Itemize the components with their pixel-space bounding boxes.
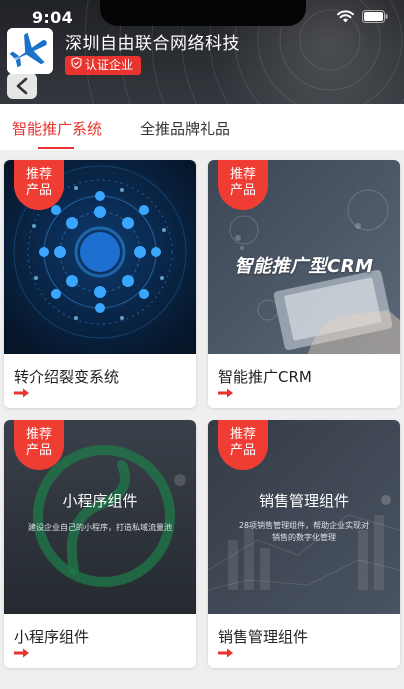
product-image-caption: 智能推广型CRM [234,256,374,277]
product-card-sales-mgmt[interactable]: 销售管理组件 28项销售管理组件，帮助企业实现对销售的数字化管理 推荐 产品 销… [208,420,400,668]
badge-line-2: 产品 [25,443,52,458]
badge-line-1: 推荐 [25,167,52,182]
badge-line-1: 推荐 [229,167,256,182]
tab-smart-promotion[interactable]: 智能推广系统 [12,118,102,139]
status-time: 9:04 [32,8,73,27]
badge-line-1: 推荐 [229,427,256,442]
badge-line-2: 产品 [229,443,256,458]
product-image-crm: 智能推广型CRM 推荐 产品 [208,160,400,354]
company-logo [7,28,53,74]
product-card-referral[interactable]: 推荐 产品 转介绍裂变系统 [4,160,196,408]
recommended-badge: 推荐 产品 [218,160,268,210]
recommended-badge: 推荐 产品 [14,420,64,470]
product-card-crm[interactable]: 智能推广型CRM 推荐 产品 智能推广CRM [208,160,400,408]
category-tabs: 智能推广系统 全推品牌礼品 [0,104,404,150]
badge-line-2: 产品 [229,183,256,198]
certified-badge-label: 认证企业 [85,58,134,72]
product-image-sales-mgmt: 销售管理组件 28项销售管理组件，帮助企业实现对销售的数字化管理 推荐 产品 [208,420,400,614]
product-image-referral: 推荐 产品 [4,160,196,354]
product-title: 小程序组件 [14,628,90,646]
device-notch [100,0,306,26]
arrow-right-icon [218,648,233,658]
company-header: 9:04 深圳自由联合网络科技 认证企业 [0,0,404,104]
product-image-caption: 小程序组件 [62,492,138,510]
product-image-subcaption: 28项销售管理组件，帮助企业实现对销售的数字化管理 [238,521,370,542]
recommended-badge: 推荐 产品 [218,420,268,470]
product-title: 智能推广CRM [218,368,312,386]
badge-line-2: 产品 [25,183,52,198]
product-image-caption: 销售管理组件 [258,492,349,510]
badge-line-1: 推荐 [25,427,52,442]
arrow-right-icon [14,648,29,658]
shield-check-icon [71,56,82,75]
arrow-right-icon [218,388,233,398]
product-image-subcaption: 建设企业自己的小程序，打造私域流量池 [28,523,172,532]
airplane-icon [7,28,53,74]
product-title: 销售管理组件 [218,628,309,646]
product-title: 转介绍裂变系统 [14,368,120,386]
company-name: 深圳自由联合网络科技 [65,34,240,54]
back-button[interactable] [7,73,37,99]
active-tab-indicator [38,147,74,149]
product-image-miniprogram: 小程序组件 建设企业自己的小程序，打造私域流量池 推荐 产品 [4,420,196,614]
battery-icon [362,10,388,23]
status-icons [337,10,388,23]
certified-badge: 认证企业 [65,56,142,75]
recommended-badge: 推荐 产品 [14,160,64,210]
tab-brand-gifts[interactable]: 全推品牌礼品 [140,118,230,139]
chevron-left-icon [16,77,28,95]
arrow-right-icon [14,388,29,398]
wifi-icon [337,10,354,23]
product-card-miniprogram[interactable]: 小程序组件 建设企业自己的小程序，打造私域流量池 推荐 产品 小程序组件 [4,420,196,668]
